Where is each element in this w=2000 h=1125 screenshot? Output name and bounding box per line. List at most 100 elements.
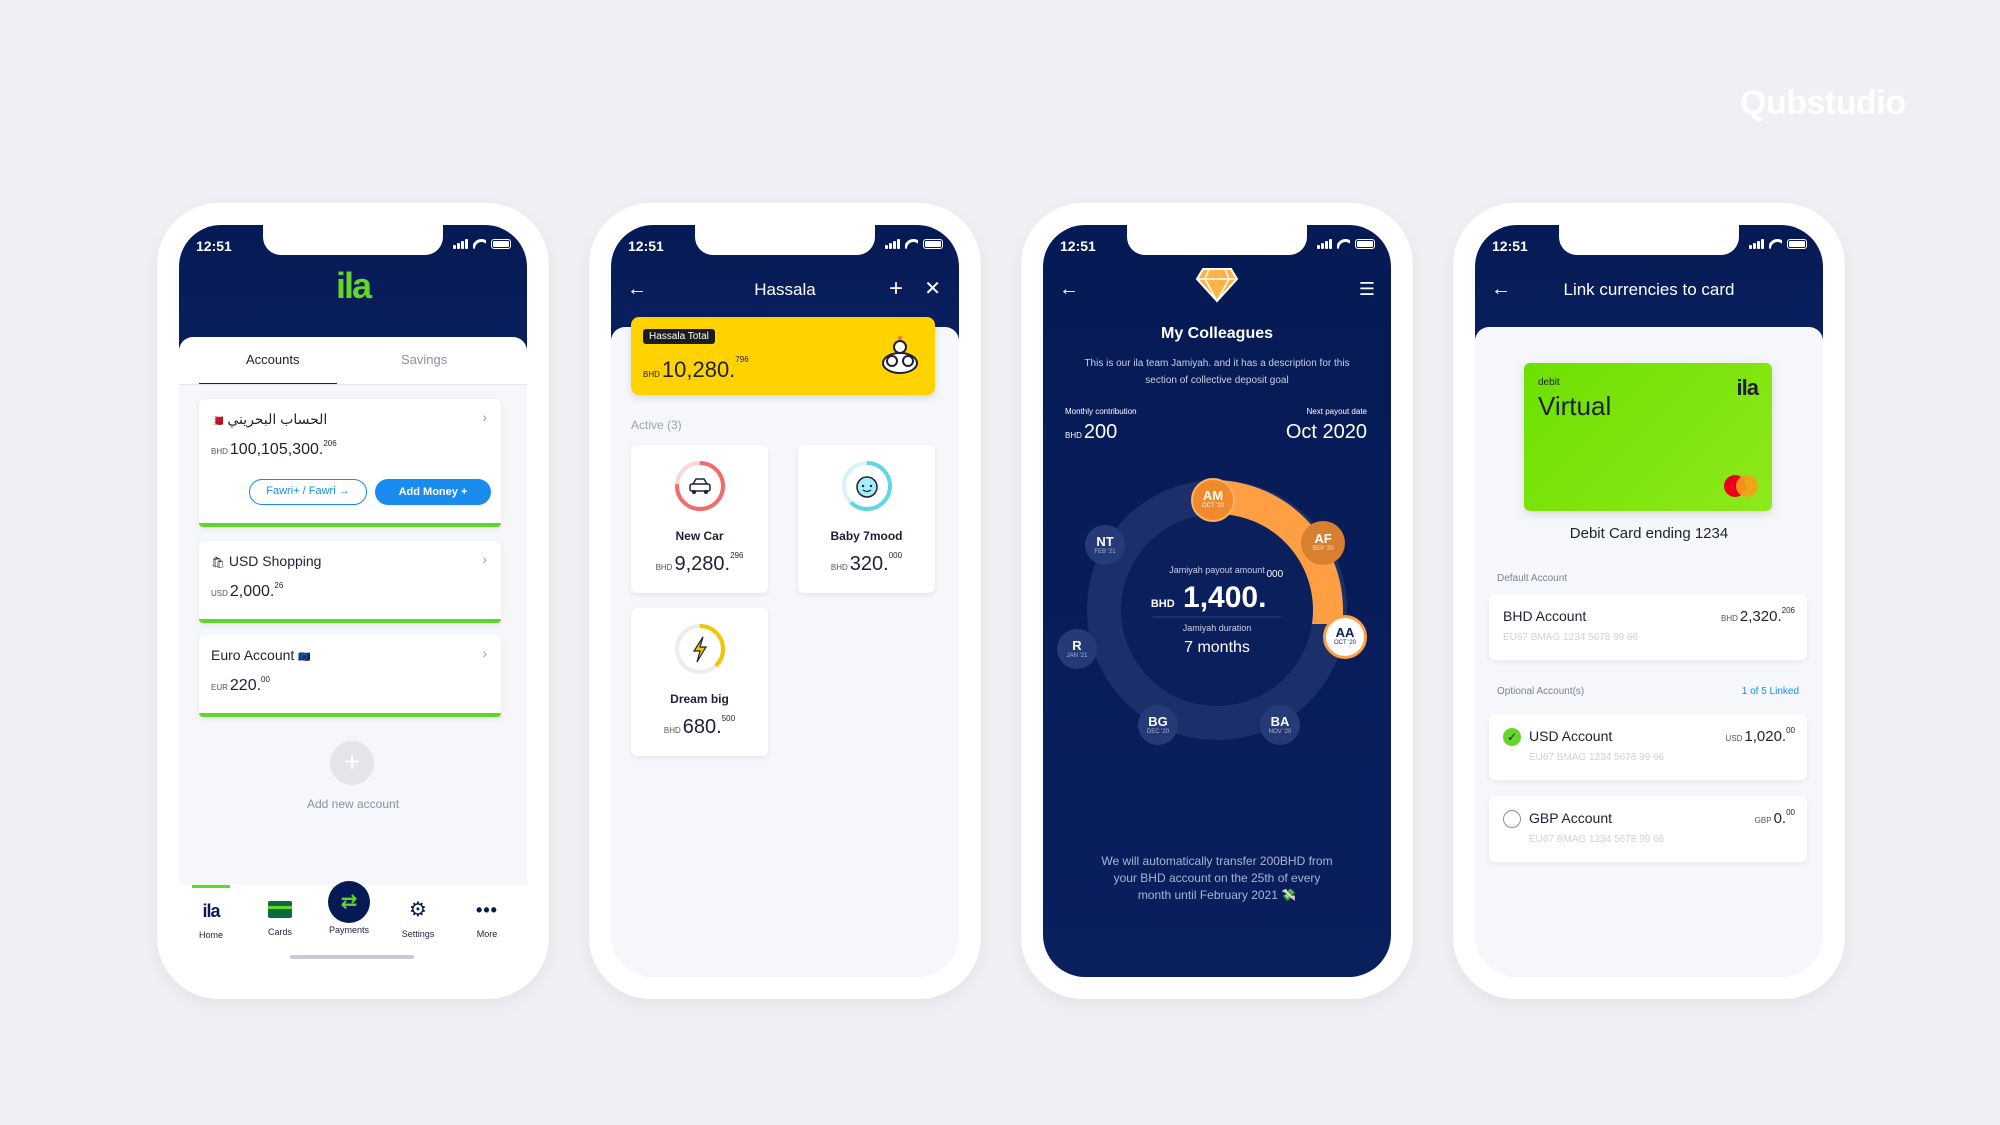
member-avatar[interactable]: AM OCT '20 [1191,478,1235,522]
car-goal-ring-icon [675,461,725,511]
goal-name: New Car [675,529,724,543]
plus-icon[interactable]: + [889,277,903,301]
chevron-right-icon: › [482,551,487,567]
payments-icon: ⇄ [328,881,370,923]
status-time: 12:51 [628,238,664,254]
nav-more[interactable]: ••• More [457,901,517,939]
hassala-total-card[interactable]: Hassala Total BHD10,280.796 [631,317,935,395]
page-title: Hassala [754,280,816,299]
member-avatar[interactable]: R JAN '21 [1057,629,1097,669]
nav-home[interactable]: ila Home [181,901,241,940]
eu-flag-icon: 🇪🇺 [298,652,311,663]
card-name: Virtual [1538,391,1612,421]
bahrain-flag-icon: 🇧🇭 [211,416,224,427]
optional-account-row[interactable]: ✓ USD Account EU67 BMAG 1234 5678 99 66 … [1489,714,1807,780]
notch [695,225,875,255]
default-account-label: Default Account [1497,573,1568,584]
diamond-icon [1195,268,1239,303]
account-balance: USD 2,000.26 [211,581,284,600]
goal-card[interactable]: New Car BHD 9,280.296 [631,445,768,593]
account-balance: BHD 100,105,300.206 [211,439,337,458]
status-icons [885,239,943,249]
goal-card[interactable]: Baby 7mood BHD 320.000 [798,445,935,593]
page-title: My Colleagues [1160,325,1274,342]
phone-jamiyah: 12:51 ← ☰ My Colleagues This is our ila … [1021,203,1413,999]
signal-icon [453,239,468,249]
next-payout-label: Next payout date [1306,407,1367,416]
wifi-icon [905,239,918,249]
gear-icon: ⚙ [409,899,427,921]
status-time: 12:51 [1492,238,1528,254]
card-icon [268,901,292,919]
nav-payments[interactable]: ⇄ Payments [319,881,379,935]
goal-name: Dream big [670,692,729,706]
optional-accounts-label: Optional Account(s) [1497,686,1585,697]
tab-savings[interactable]: Savings [401,352,447,367]
virtual-debit-card[interactable]: debit Virtual ila [1524,363,1772,511]
nav-settings[interactable]: ⚙ Settings [388,899,448,939]
goal-amount: BHD 680.500 [663,714,736,738]
home-indicator [290,955,414,959]
member-avatar[interactable]: NT FEB '21 [1085,525,1125,565]
wifi-icon [1337,239,1350,249]
close-icon[interactable]: ✕ [924,277,941,301]
ila-home-icon: ila [202,901,220,921]
default-account-row[interactable]: BHD Account EU67 BMAG 1234 5678 99 66 BH… [1489,594,1807,660]
status-icons [1749,239,1807,249]
notch [1127,225,1307,255]
optional-account-row[interactable]: GBP Account EU67 BMAG 1234 5678 99 66 GB… [1489,796,1807,862]
account-progress-bar [199,619,501,623]
add-new-account-label[interactable]: Add new account [179,797,527,811]
goal-amount: BHD 320.000 [830,551,903,575]
list-menu-icon[interactable]: ☰ [1359,277,1375,301]
description: This is our ila team Jamiyah. and it has… [1084,358,1350,386]
piggy-coins-icon [882,336,918,374]
account-progress-bar [199,713,501,717]
accounts-screen: ila 12:51 Accounts Savings 🇧🇭 الحساب الب… [179,225,527,977]
goal-name: Baby 7mood [830,529,903,543]
battery-icon [491,239,511,249]
chevron-right-icon: › [482,409,487,425]
auto-transfer-note: We will automatically transfer 200BHD fr… [1101,854,1333,902]
account-card[interactable]: 🇧🇭 الحساب البحريني › BHD 100,105,300.206 … [199,399,501,527]
ila-card-logo: ila [1736,375,1759,400]
unchecked-circle-icon[interactable] [1503,810,1521,828]
add-account-button[interactable]: + [330,741,374,785]
battery-icon [1355,239,1375,249]
tab-accounts[interactable]: Accounts [246,352,299,367]
status-icons [453,239,511,249]
hassala-total-amount: BHD10,280.796 [643,355,749,382]
brand-logo: Qubstudio [1740,84,1906,122]
notch [263,225,443,255]
nav-cards[interactable]: Cards [250,901,310,937]
signal-icon [1317,239,1332,249]
goal-card[interactable]: Dream big BHD 680.500 [631,608,768,756]
signal-icon [885,239,900,249]
add-money-button[interactable]: Add Money + [375,479,491,505]
account-name: Euro Account 🇪🇺 [211,647,311,663]
member-avatar[interactable]: BG DEC '20 [1138,705,1178,745]
member-avatar[interactable]: BA NOV '20 [1260,705,1300,745]
checked-circle-icon[interactable]: ✓ [1503,728,1521,746]
member-avatar[interactable]: AF SEP '20 [1301,521,1345,565]
battery-icon [1787,239,1807,249]
account-card[interactable]: Euro Account 🇪🇺 › EUR 220.00 [199,635,501,717]
notch [1559,225,1739,255]
account-balance: EUR 220.00 [211,675,270,694]
monthly-contribution-value: BHD 200 [1065,421,1118,443]
fawri-button[interactable]: Fawri+ / Fawri → [249,479,367,505]
page-title: Link currencies to card [1563,280,1735,299]
next-payout-value: Oct 2020 [1285,421,1367,443]
member-avatar-current[interactable]: AA OCT '20 [1323,615,1367,659]
ila-logo: ila [335,265,372,306]
active-goals-label: Active (3) [631,418,682,432]
phone-hassala: ← Hassala + ✕ 12:51 Hassala Total BHD10,… [589,203,981,999]
more-dots-icon: ••• [476,900,498,920]
chevron-right-icon: › [482,645,487,661]
status-time: 12:51 [196,238,232,254]
payout-amount: BHD 1,400.000 [1150,569,1284,614]
back-arrow-icon[interactable]: ← [1059,277,1079,301]
account-card[interactable]: 🛍 USD Shopping › USD 2,000.26 [199,541,501,623]
mastercard-icon [1724,475,1758,497]
phone-accounts: ila 12:51 Accounts Savings 🇧🇭 الحساب الب… [157,203,549,999]
